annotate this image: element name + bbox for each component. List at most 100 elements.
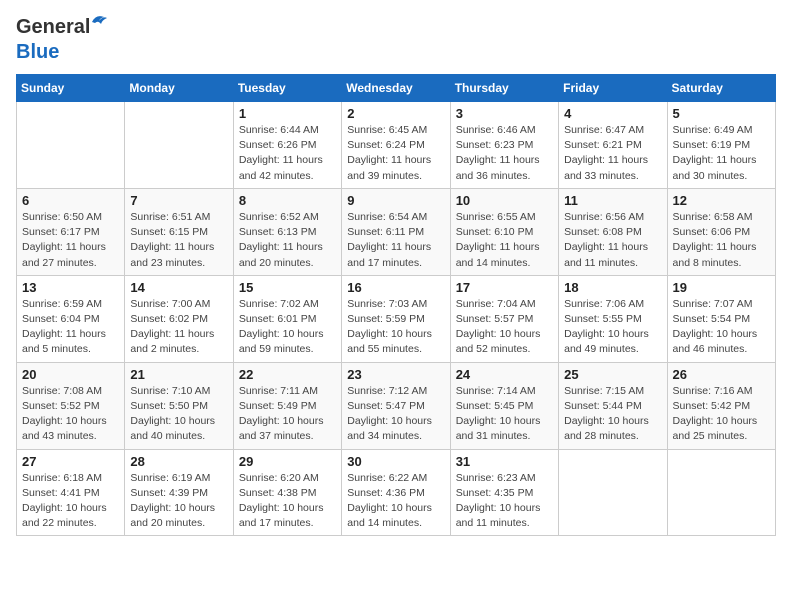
sunrise-text: Sunrise: 7:14 AM bbox=[456, 385, 536, 397]
sunset-text: Sunset: 6:15 PM bbox=[130, 226, 208, 238]
calendar-cell: 29 Sunrise: 6:20 AM Sunset: 4:38 PM Dayl… bbox=[233, 449, 341, 536]
calendar-cell: 16 Sunrise: 7:03 AM Sunset: 5:59 PM Dayl… bbox=[342, 275, 450, 362]
day-number: 14 bbox=[130, 280, 227, 295]
calendar-cell: 2 Sunrise: 6:45 AM Sunset: 6:24 PM Dayli… bbox=[342, 102, 450, 189]
day-number: 4 bbox=[564, 106, 661, 121]
day-info: Sunrise: 6:55 AM Sunset: 6:10 PM Dayligh… bbox=[456, 210, 553, 271]
daylight-text: Daylight: 10 hours and 55 minutes. bbox=[347, 328, 432, 355]
sunrise-text: Sunrise: 6:52 AM bbox=[239, 211, 319, 223]
calendar-cell: 9 Sunrise: 6:54 AM Sunset: 6:11 PM Dayli… bbox=[342, 188, 450, 275]
calendar-cell: 22 Sunrise: 7:11 AM Sunset: 5:49 PM Dayl… bbox=[233, 362, 341, 449]
calendar-cell: 13 Sunrise: 6:59 AM Sunset: 6:04 PM Dayl… bbox=[17, 275, 125, 362]
day-info: Sunrise: 6:20 AM Sunset: 4:38 PM Dayligh… bbox=[239, 471, 336, 532]
day-number: 7 bbox=[130, 193, 227, 208]
day-number: 17 bbox=[456, 280, 553, 295]
sunrise-text: Sunrise: 6:56 AM bbox=[564, 211, 644, 223]
sunset-text: Sunset: 5:57 PM bbox=[456, 313, 534, 325]
sunrise-text: Sunrise: 6:47 AM bbox=[564, 124, 644, 136]
day-number: 18 bbox=[564, 280, 661, 295]
sunset-text: Sunset: 4:35 PM bbox=[456, 487, 534, 499]
day-number: 15 bbox=[239, 280, 336, 295]
day-info: Sunrise: 7:16 AM Sunset: 5:42 PM Dayligh… bbox=[673, 384, 770, 445]
calendar-cell: 14 Sunrise: 7:00 AM Sunset: 6:02 PM Dayl… bbox=[125, 275, 233, 362]
calendar-cell: 5 Sunrise: 6:49 AM Sunset: 6:19 PM Dayli… bbox=[667, 102, 775, 189]
calendar-week-row: 13 Sunrise: 6:59 AM Sunset: 6:04 PM Dayl… bbox=[17, 275, 776, 362]
sunrise-text: Sunrise: 7:10 AM bbox=[130, 385, 210, 397]
daylight-text: Daylight: 10 hours and 31 minutes. bbox=[456, 415, 541, 442]
calendar-cell: 23 Sunrise: 7:12 AM Sunset: 5:47 PM Dayl… bbox=[342, 362, 450, 449]
logo-blue-text: Blue bbox=[16, 41, 59, 63]
calendar-cell bbox=[125, 102, 233, 189]
weekday-header: Wednesday bbox=[342, 75, 450, 102]
sunset-text: Sunset: 6:01 PM bbox=[239, 313, 317, 325]
day-number: 26 bbox=[673, 367, 770, 382]
calendar-cell: 18 Sunrise: 7:06 AM Sunset: 5:55 PM Dayl… bbox=[559, 275, 667, 362]
sunrise-text: Sunrise: 6:49 AM bbox=[673, 124, 753, 136]
daylight-text: Daylight: 10 hours and 25 minutes. bbox=[673, 415, 758, 442]
sunrise-text: Sunrise: 6:18 AM bbox=[22, 472, 102, 484]
sunrise-text: Sunrise: 7:04 AM bbox=[456, 298, 536, 310]
day-info: Sunrise: 6:49 AM Sunset: 6:19 PM Dayligh… bbox=[673, 123, 770, 184]
calendar-cell: 12 Sunrise: 6:58 AM Sunset: 6:06 PM Dayl… bbox=[667, 188, 775, 275]
sunrise-text: Sunrise: 6:44 AM bbox=[239, 124, 319, 136]
day-info: Sunrise: 6:59 AM Sunset: 6:04 PM Dayligh… bbox=[22, 297, 119, 358]
calendar-cell: 7 Sunrise: 6:51 AM Sunset: 6:15 PM Dayli… bbox=[125, 188, 233, 275]
calendar-cell bbox=[667, 449, 775, 536]
sunset-text: Sunset: 5:54 PM bbox=[673, 313, 751, 325]
sunset-text: Sunset: 6:17 PM bbox=[22, 226, 100, 238]
sunrise-text: Sunrise: 7:16 AM bbox=[673, 385, 753, 397]
weekday-header: Monday bbox=[125, 75, 233, 102]
day-number: 31 bbox=[456, 454, 553, 469]
sunset-text: Sunset: 6:02 PM bbox=[130, 313, 208, 325]
sunset-text: Sunset: 6:08 PM bbox=[564, 226, 642, 238]
sunrise-text: Sunrise: 7:11 AM bbox=[239, 385, 318, 397]
daylight-text: Daylight: 10 hours and 43 minutes. bbox=[22, 415, 107, 442]
daylight-text: Daylight: 10 hours and 34 minutes. bbox=[347, 415, 432, 442]
sunrise-text: Sunrise: 6:46 AM bbox=[456, 124, 536, 136]
day-info: Sunrise: 7:07 AM Sunset: 5:54 PM Dayligh… bbox=[673, 297, 770, 358]
daylight-text: Daylight: 10 hours and 17 minutes. bbox=[239, 502, 324, 529]
sunrise-text: Sunrise: 6:23 AM bbox=[456, 472, 536, 484]
day-number: 22 bbox=[239, 367, 336, 382]
daylight-text: Daylight: 11 hours and 23 minutes. bbox=[130, 241, 214, 268]
day-number: 16 bbox=[347, 280, 444, 295]
calendar-cell: 3 Sunrise: 6:46 AM Sunset: 6:23 PM Dayli… bbox=[450, 102, 558, 189]
daylight-text: Daylight: 11 hours and 11 minutes. bbox=[564, 241, 648, 268]
sunrise-text: Sunrise: 6:58 AM bbox=[673, 211, 753, 223]
sunrise-text: Sunrise: 7:08 AM bbox=[22, 385, 102, 397]
sunrise-text: Sunrise: 6:19 AM bbox=[130, 472, 210, 484]
sunrise-text: Sunrise: 6:22 AM bbox=[347, 472, 427, 484]
calendar-cell: 28 Sunrise: 6:19 AM Sunset: 4:39 PM Dayl… bbox=[125, 449, 233, 536]
logo-text: General bbox=[16, 16, 90, 38]
sunset-text: Sunset: 5:49 PM bbox=[239, 400, 317, 412]
daylight-text: Daylight: 11 hours and 5 minutes. bbox=[22, 328, 106, 355]
day-number: 25 bbox=[564, 367, 661, 382]
sunrise-text: Sunrise: 7:03 AM bbox=[347, 298, 427, 310]
day-info: Sunrise: 6:51 AM Sunset: 6:15 PM Dayligh… bbox=[130, 210, 227, 271]
sunset-text: Sunset: 6:23 PM bbox=[456, 139, 534, 151]
daylight-text: Daylight: 10 hours and 46 minutes. bbox=[673, 328, 758, 355]
sunrise-text: Sunrise: 7:12 AM bbox=[347, 385, 427, 397]
sunset-text: Sunset: 5:55 PM bbox=[564, 313, 642, 325]
day-info: Sunrise: 7:14 AM Sunset: 5:45 PM Dayligh… bbox=[456, 384, 553, 445]
daylight-text: Daylight: 10 hours and 40 minutes. bbox=[130, 415, 215, 442]
sunset-text: Sunset: 6:06 PM bbox=[673, 226, 751, 238]
day-info: Sunrise: 6:45 AM Sunset: 6:24 PM Dayligh… bbox=[347, 123, 444, 184]
sunset-text: Sunset: 5:47 PM bbox=[347, 400, 425, 412]
day-info: Sunrise: 6:19 AM Sunset: 4:39 PM Dayligh… bbox=[130, 471, 227, 532]
day-info: Sunrise: 7:00 AM Sunset: 6:02 PM Dayligh… bbox=[130, 297, 227, 358]
daylight-text: Daylight: 11 hours and 27 minutes. bbox=[22, 241, 106, 268]
sunrise-text: Sunrise: 6:20 AM bbox=[239, 472, 319, 484]
daylight-text: Daylight: 10 hours and 52 minutes. bbox=[456, 328, 541, 355]
sunset-text: Sunset: 6:11 PM bbox=[347, 226, 424, 238]
daylight-text: Daylight: 10 hours and 22 minutes. bbox=[22, 502, 107, 529]
sunset-text: Sunset: 5:50 PM bbox=[130, 400, 208, 412]
sunset-text: Sunset: 4:38 PM bbox=[239, 487, 317, 499]
daylight-text: Daylight: 10 hours and 11 minutes. bbox=[456, 502, 541, 529]
day-number: 6 bbox=[22, 193, 119, 208]
day-number: 29 bbox=[239, 454, 336, 469]
day-info: Sunrise: 7:15 AM Sunset: 5:44 PM Dayligh… bbox=[564, 384, 661, 445]
sunrise-text: Sunrise: 6:45 AM bbox=[347, 124, 427, 136]
sunset-text: Sunset: 5:42 PM bbox=[673, 400, 751, 412]
day-info: Sunrise: 7:03 AM Sunset: 5:59 PM Dayligh… bbox=[347, 297, 444, 358]
